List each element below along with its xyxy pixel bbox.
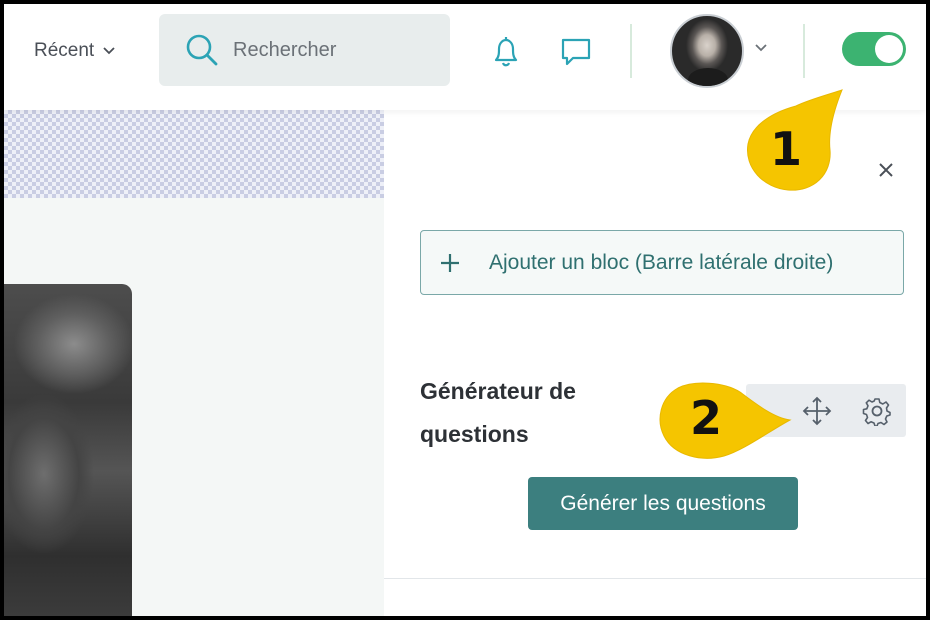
generate-questions-button[interactable]: Générer les questions — [528, 477, 798, 530]
callout-number-1: 1 — [770, 122, 803, 176]
block-title-line1: Générateur de — [420, 378, 576, 404]
header-divider — [630, 24, 632, 78]
move-arrows-icon[interactable] — [802, 396, 832, 426]
search-icon — [185, 33, 219, 67]
callout-marker-2 — [659, 382, 792, 459]
close-icon[interactable] — [876, 160, 896, 185]
block-title-line2: questions — [420, 421, 529, 447]
plus-icon — [439, 252, 461, 274]
messages-chat-bubble-icon[interactable] — [558, 34, 594, 70]
edit-mode-toggle[interactable] — [842, 32, 906, 66]
main-content-area — [4, 110, 384, 616]
search-box[interactable]: Rechercher — [159, 14, 450, 86]
block-title: Générateur de questions — [420, 370, 640, 456]
toggle-knob — [875, 35, 903, 63]
search-input[interactable]: Rechercher — [233, 39, 336, 62]
transparent-banner-image — [4, 110, 384, 198]
callout-number-2: 2 — [690, 391, 723, 445]
profile-chevron-down-icon[interactable] — [754, 40, 768, 58]
recent-dropdown[interactable]: Récent — [34, 36, 116, 66]
notifications-bell-icon[interactable] — [488, 34, 524, 70]
panel-divider — [384, 578, 926, 579]
user-avatar[interactable] — [670, 14, 744, 88]
gear-icon[interactable] — [862, 396, 892, 426]
recent-label: Récent — [34, 40, 95, 61]
add-block-button[interactable]: Ajouter un bloc (Barre latérale droite) — [420, 230, 904, 295]
chevron-down-icon — [102, 40, 116, 62]
screenshot-frame: Récent Rechercher Ajouter un bloc (Barre… — [4, 4, 926, 616]
course-image — [4, 284, 132, 616]
add-block-label: Ajouter un bloc (Barre latérale droite) — [489, 250, 834, 274]
header-divider — [803, 24, 805, 78]
